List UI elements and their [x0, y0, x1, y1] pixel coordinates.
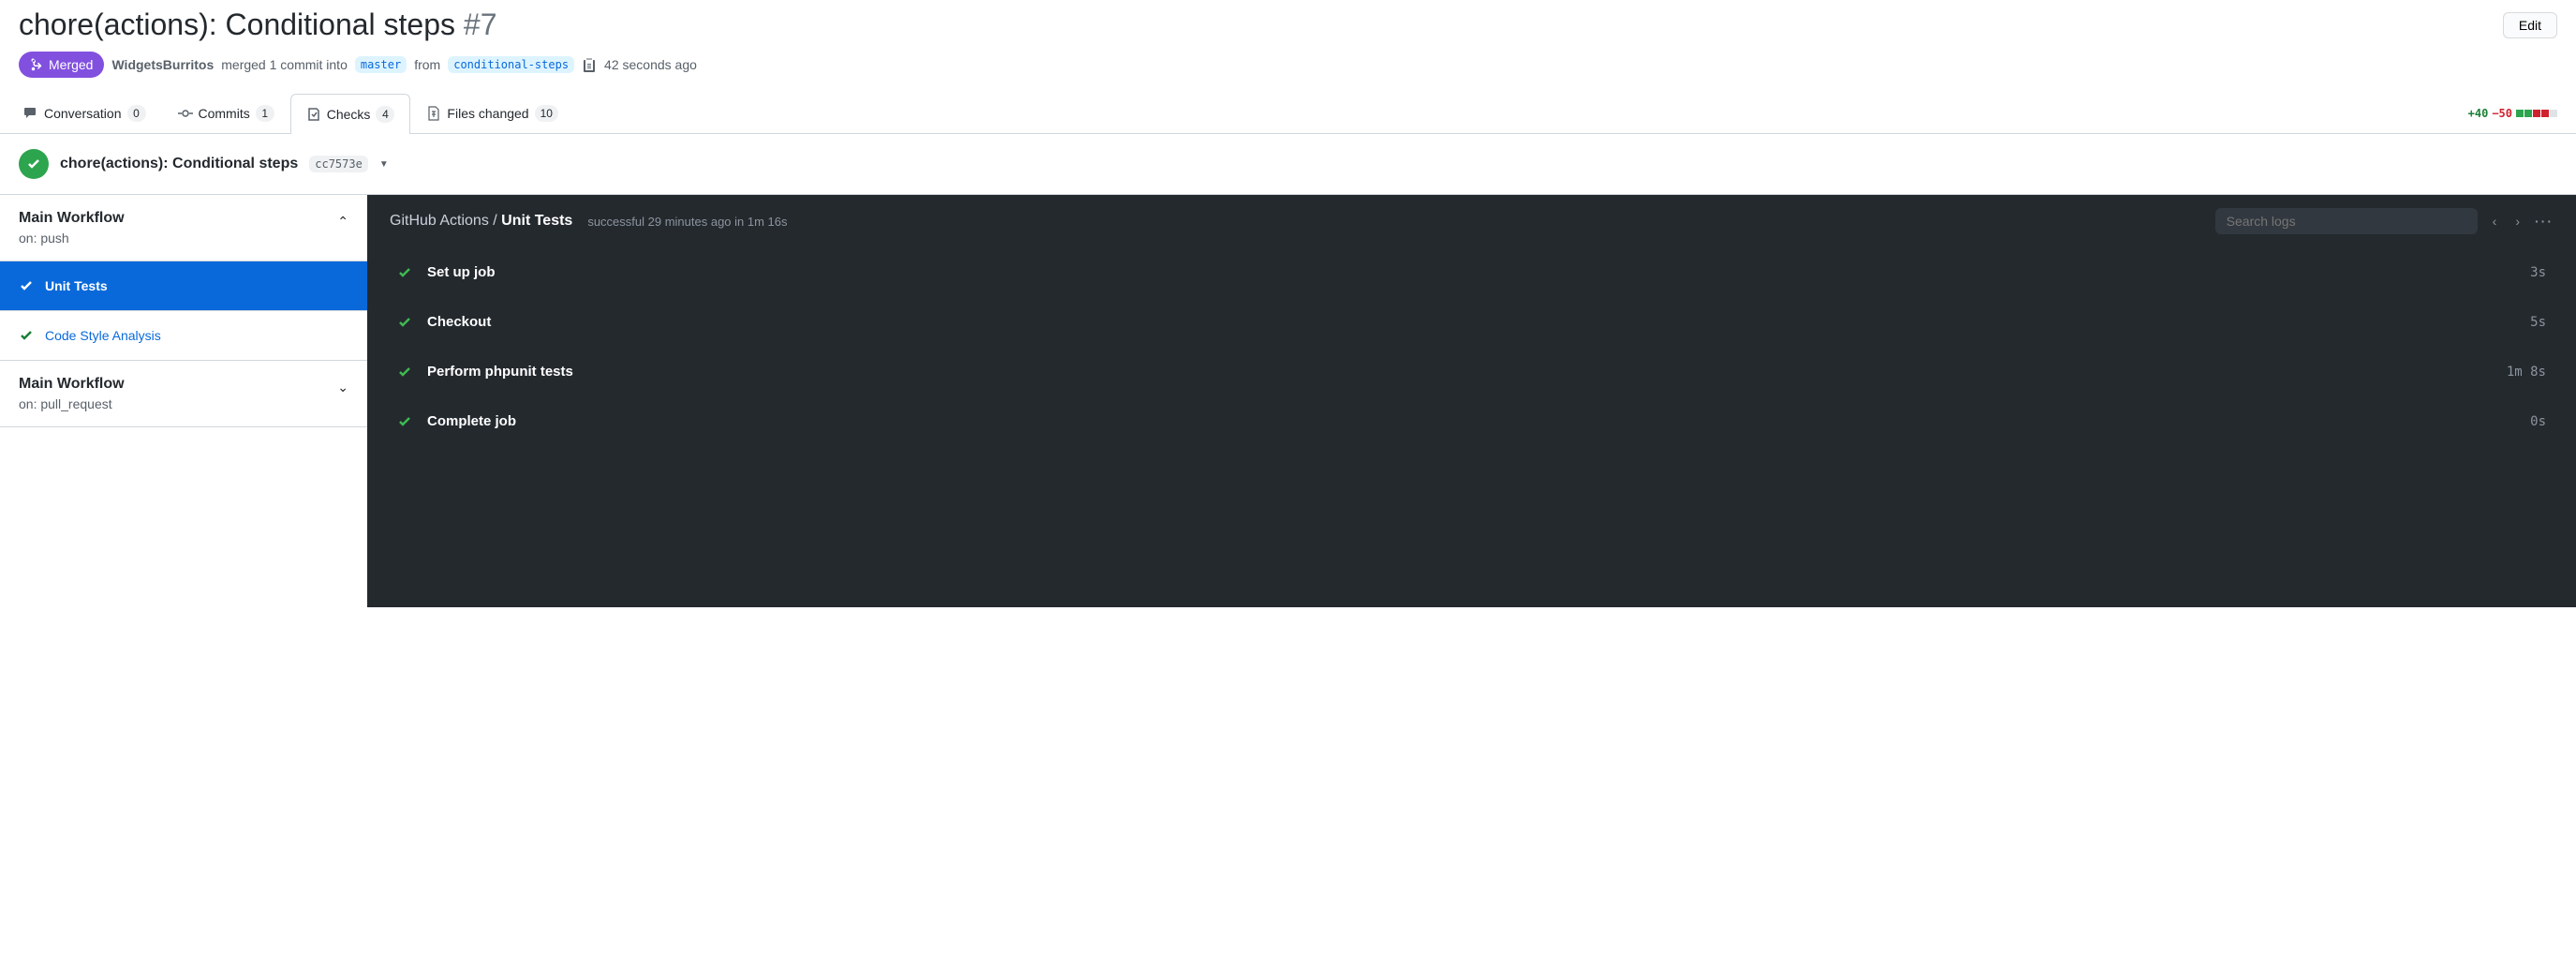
search-logs-input[interactable] [2215, 208, 2478, 234]
time-ago: 42 seconds ago [604, 57, 697, 72]
pr-title: chore(actions): Conditional steps #7 [19, 7, 497, 42]
prev-result-icon[interactable]: ‹ [2489, 210, 2501, 232]
breadcrumb-prefix: GitHub Actions / [390, 213, 501, 229]
check-icon [397, 265, 412, 280]
workflow-title: Main Workflow [19, 210, 125, 227]
job-unit-tests[interactable]: Unit Tests [0, 261, 367, 311]
diff-squares [2516, 110, 2557, 117]
log-breadcrumb: GitHub Actions / Unit Tests [390, 213, 572, 230]
tab-commits-count: 1 [256, 105, 274, 122]
commit-sha[interactable]: cc7573e [309, 156, 368, 172]
tab-commits-label: Commits [199, 106, 250, 121]
pr-author[interactable]: WidgetsBurritos [111, 57, 214, 72]
workflow-header-pull-request[interactable]: Main Workflow on: pull_request ⌄ [0, 361, 367, 427]
step-time: 1m 8s [2507, 365, 2546, 380]
from-text: from [414, 57, 440, 72]
check-icon [19, 328, 34, 343]
step-time: 5s [2530, 315, 2546, 330]
checks-sidebar: Main Workflow on: push ⌃ Unit Tests Code… [0, 195, 367, 607]
clipboard-icon[interactable] [582, 57, 597, 72]
diff-additions: +40 [2468, 107, 2489, 120]
workflow-header-push[interactable]: Main Workflow on: push ⌃ [0, 195, 367, 261]
edit-button[interactable]: Edit [2503, 12, 2557, 38]
step-name: Checkout [427, 314, 2515, 330]
log-status: successful 29 minutes ago in 1m 16s [587, 215, 787, 229]
step-name: Set up job [427, 264, 2515, 280]
tab-checks[interactable]: Checks 4 [290, 94, 411, 134]
log-step[interactable]: Set up job 3s [367, 247, 2576, 297]
breadcrumb-current: Unit Tests [501, 213, 572, 229]
pr-number: #7 [464, 7, 497, 41]
check-icon [19, 278, 34, 293]
step-time: 3s [2530, 265, 2546, 280]
status-check-circle [19, 149, 49, 179]
tab-conversation-count: 0 [127, 105, 146, 122]
tab-files-label: Files changed [447, 106, 528, 121]
conversation-icon [23, 106, 38, 121]
step-time: 0s [2530, 414, 2546, 429]
checks-icon [306, 107, 321, 122]
step-name: Perform phpunit tests [427, 364, 2492, 380]
tab-files-count: 10 [535, 105, 558, 122]
merge-icon [30, 57, 45, 72]
log-step[interactable]: Checkout 5s [367, 297, 2576, 347]
pr-title-text: chore(actions): Conditional steps [19, 7, 455, 41]
state-label: Merged [49, 57, 93, 72]
log-step[interactable]: Perform phpunit tests 1m 8s [367, 347, 2576, 396]
job-label: Unit Tests [45, 278, 108, 293]
more-menu-icon[interactable]: ··· [2535, 214, 2554, 229]
commit-bar: chore(actions): Conditional steps cc7573… [0, 134, 2576, 195]
workflow-title: Main Workflow [19, 376, 125, 393]
next-result-icon[interactable]: › [2511, 210, 2524, 232]
merged-text: merged 1 commit into [221, 57, 348, 72]
tab-checks-count: 4 [376, 106, 394, 123]
log-panel: GitHub Actions / Unit Tests successful 2… [367, 195, 2576, 607]
state-badge: Merged [19, 52, 104, 78]
commits-icon [178, 106, 193, 121]
workflow-subtitle: on: pull_request [19, 396, 125, 411]
check-icon [26, 157, 41, 171]
tab-files[interactable]: Files changed 10 [410, 93, 574, 133]
tab-conversation[interactable]: Conversation 0 [7, 93, 162, 133]
job-code-style-analysis[interactable]: Code Style Analysis [0, 311, 367, 361]
commit-dropdown-caret[interactable]: ▼ [379, 159, 389, 170]
head-branch[interactable]: conditional-steps [448, 56, 574, 73]
check-icon [397, 365, 412, 380]
tab-commits[interactable]: Commits 1 [162, 93, 290, 133]
base-branch[interactable]: master [355, 56, 407, 73]
chevron-up-icon: ⌃ [337, 210, 348, 230]
check-icon [397, 315, 412, 330]
check-icon [397, 414, 412, 429]
tab-conversation-label: Conversation [44, 106, 122, 121]
log-step[interactable]: Complete job 0s [367, 396, 2576, 446]
pr-tabs: Conversation 0 Commits 1 Checks 4 Files … [0, 93, 2576, 134]
workflow-subtitle: on: push [19, 231, 125, 246]
tab-checks-label: Checks [327, 107, 371, 122]
step-name: Complete job [427, 413, 2515, 429]
files-icon [426, 106, 441, 121]
chevron-down-icon: ⌄ [337, 376, 348, 395]
commit-title: chore(actions): Conditional steps [60, 156, 298, 172]
diff-deletions: −50 [2492, 107, 2512, 120]
diffstat[interactable]: +40 −50 [2468, 107, 2569, 120]
job-label: Code Style Analysis [45, 328, 161, 343]
